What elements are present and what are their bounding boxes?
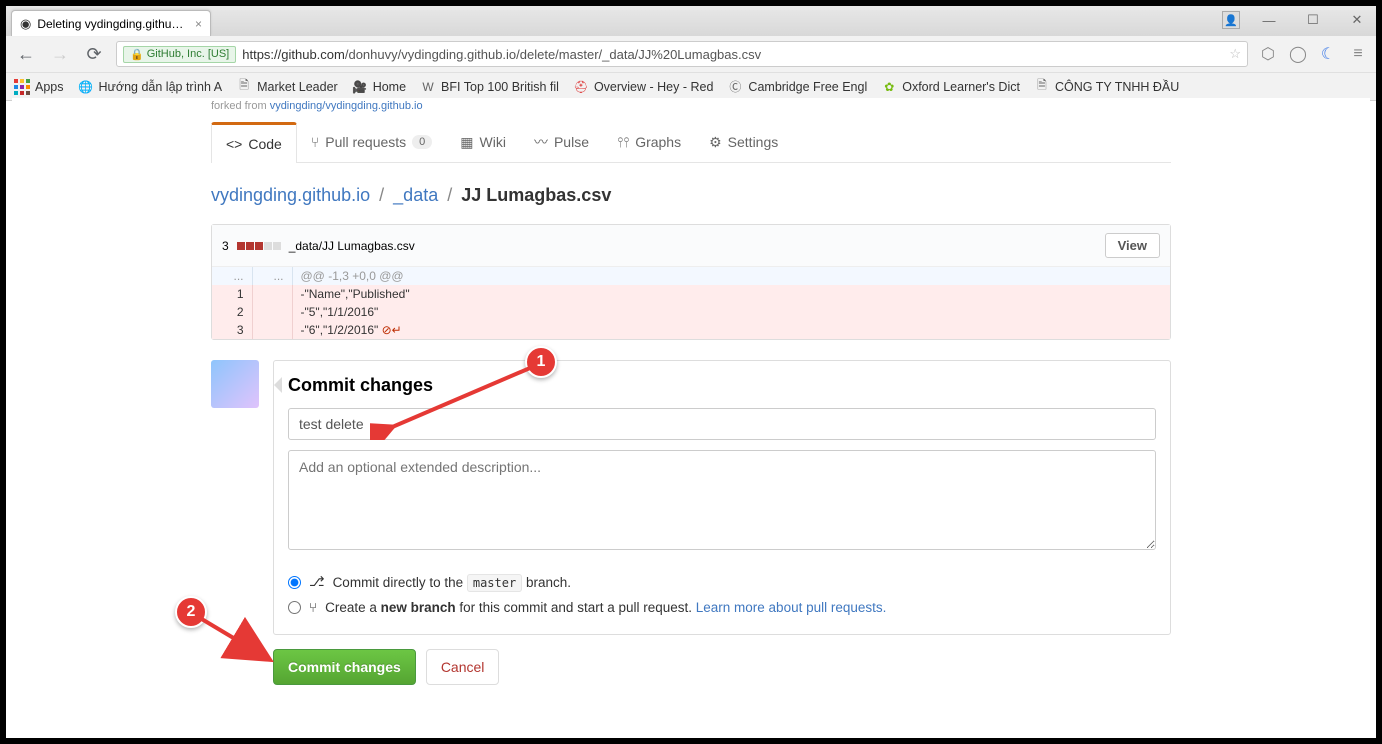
ext-crescent-icon[interactable]: ☾ bbox=[1318, 44, 1338, 64]
bookmark-item[interactable]: 🎥Home bbox=[352, 79, 406, 95]
forward-icon: → bbox=[48, 42, 72, 66]
lock-icon: 🔒 bbox=[130, 48, 144, 61]
breadcrumb-repo[interactable]: vydingding.github.io bbox=[211, 185, 370, 205]
graph-icon: ⫯⫯ bbox=[617, 134, 629, 151]
apps-grid-icon bbox=[14, 79, 30, 95]
ext-circle-icon[interactable]: ◯ bbox=[1288, 44, 1308, 64]
diff-line: -"6","1/2/2016" ⊘↵ bbox=[292, 321, 1170, 339]
page-icon: 🗎 bbox=[1034, 79, 1050, 95]
breadcrumb: vydingding.github.io / _data / JJ Lumagb… bbox=[211, 163, 1171, 224]
repo-tabs: <>Code ⑂Pull requests0 ▦Wiki 〰Pulse ⫯⫯Gr… bbox=[211, 122, 1171, 163]
commit-summary-input[interactable] bbox=[288, 408, 1156, 440]
callout-1: 1 bbox=[525, 346, 557, 378]
commit-description-input[interactable] bbox=[288, 450, 1156, 550]
pr-count: 0 bbox=[412, 135, 432, 149]
leaf-icon: ✿ bbox=[881, 79, 897, 95]
globe-icon: 🌐 bbox=[78, 79, 94, 95]
avatar bbox=[211, 360, 259, 408]
tab-title: Deleting vydingding.githu… bbox=[37, 17, 183, 31]
bookmark-item[interactable]: ⛑Overview - Hey - Red bbox=[573, 79, 713, 95]
commit-changes-button[interactable]: Commit changes bbox=[273, 649, 416, 685]
form-actions: Commit changes Cancel bbox=[273, 649, 1171, 685]
bookmark-star-icon[interactable]: ☆ bbox=[1229, 46, 1241, 62]
browser-tab[interactable]: ◉ Deleting vydingding.githu… × bbox=[11, 10, 211, 36]
tab-pulse[interactable]: 〰Pulse bbox=[520, 122, 603, 162]
diff-filepath: _data/JJ Lumagbas.csv bbox=[289, 239, 415, 253]
tab-code[interactable]: <>Code bbox=[211, 122, 297, 163]
diff-box: 3 _data/JJ Lumagbas.csv View ......@@ -1… bbox=[211, 224, 1171, 340]
window-close-icon[interactable]: ✕ bbox=[1342, 10, 1372, 30]
commit-area: Commit changes ⎇ Commit directly to the … bbox=[211, 360, 1171, 635]
tab-graphs[interactable]: ⫯⫯Graphs bbox=[603, 122, 695, 162]
cancel-button[interactable]: Cancel bbox=[426, 649, 500, 685]
forked-from-note: forked from vydingding/vydingding.github… bbox=[211, 98, 1171, 118]
commit-form: Commit changes ⎇ Commit directly to the … bbox=[273, 360, 1171, 635]
branch-icon: ⑂ bbox=[309, 600, 317, 615]
camera-icon: 🎥 bbox=[352, 79, 368, 95]
callout-2: 2 bbox=[175, 596, 207, 628]
window-minimize-icon[interactable]: — bbox=[1254, 10, 1284, 30]
bookmark-item[interactable]: ⒸCambridge Free Engl bbox=[727, 79, 867, 95]
radio-input-branch[interactable] bbox=[288, 601, 301, 614]
radio-commit-directly[interactable]: ⎇ Commit directly to the master branch. bbox=[288, 569, 1156, 595]
diff-stat-squares bbox=[237, 242, 281, 250]
commit-heading: Commit changes bbox=[288, 375, 1156, 396]
bookmark-item[interactable]: 🗎Market Leader bbox=[236, 79, 338, 95]
diff-header: 3 _data/JJ Lumagbas.csv View bbox=[212, 225, 1170, 267]
radio-input-direct[interactable] bbox=[288, 576, 301, 589]
breadcrumb-file: JJ Lumagbas.csv bbox=[461, 185, 611, 205]
bookmark-item[interactable]: 🌐Hướng dẫn lập trình A bbox=[78, 79, 223, 95]
no-newline-icon: ⊘↵ bbox=[382, 323, 402, 337]
browser-chrome: ◉ Deleting vydingding.githu… × 👤 — ☐ ✕ ←… bbox=[6, 6, 1376, 101]
ssl-badge: 🔒 GitHub, Inc. [US] bbox=[123, 46, 236, 63]
window-maximize-icon[interactable]: ☐ bbox=[1298, 10, 1328, 30]
breadcrumb-folder[interactable]: _data bbox=[393, 185, 438, 205]
radio-new-branch[interactable]: ⑂ Create a new branch for this commit an… bbox=[288, 595, 1156, 620]
pulse-icon: 〰 bbox=[534, 132, 548, 152]
diff-change-count: 3 bbox=[222, 239, 229, 253]
tab-bar: ◉ Deleting vydingding.githu… × 👤 — ☐ ✕ bbox=[6, 6, 1376, 36]
gear-icon: ⚙ bbox=[709, 134, 722, 151]
bookmark-item[interactable]: WBFI Top 100 British fil bbox=[420, 79, 559, 95]
tab-wiki[interactable]: ▦Wiki bbox=[446, 122, 520, 162]
close-tab-icon[interactable]: × bbox=[195, 17, 202, 31]
tab-settings[interactable]: ⚙Settings bbox=[695, 122, 792, 162]
nav-bar: ← → ⟳ 🔒 GitHub, Inc. [US] https://github… bbox=[6, 36, 1376, 72]
apps-button[interactable]: Apps bbox=[14, 79, 64, 95]
c-icon: Ⓒ bbox=[727, 79, 743, 95]
diff-line: -"Name","Published" bbox=[292, 285, 1170, 303]
commit-radio-group: ⎇ Commit directly to the master branch. … bbox=[288, 569, 1156, 620]
chrome-menu-icon[interactable]: ≡ bbox=[1348, 44, 1368, 64]
bookmark-bar: Apps 🌐Hướng dẫn lập trình A 🗎Market Lead… bbox=[6, 72, 1376, 100]
forked-from-link[interactable]: vydingding/vydingding.github.io bbox=[270, 100, 423, 112]
diff-table: ......@@ -1,3 +0,0 @@ 1-"Name","Publishe… bbox=[212, 267, 1170, 339]
tab-pull-requests[interactable]: ⑂Pull requests0 bbox=[297, 122, 446, 162]
view-button[interactable]: View bbox=[1105, 233, 1160, 258]
diff-line: -"5","1/1/2016" bbox=[292, 303, 1170, 321]
ext-cube-icon[interactable]: ⬡ bbox=[1258, 44, 1278, 64]
hat-icon: ⛑ bbox=[573, 79, 589, 95]
reload-icon[interactable]: ⟳ bbox=[82, 42, 106, 66]
github-favicon-icon: ◉ bbox=[20, 16, 31, 32]
bookmark-item[interactable]: 🗎CÔNG TY TNHH ĐẦU bbox=[1034, 79, 1179, 95]
commit-icon: ⎇ bbox=[309, 574, 325, 590]
page-viewport[interactable]: forked from vydingding/vydingding.github… bbox=[12, 98, 1370, 732]
chrome-profile-icon[interactable]: 👤 bbox=[1222, 11, 1240, 29]
book-icon: ▦ bbox=[460, 134, 473, 151]
wiki-icon: W bbox=[420, 79, 436, 95]
pr-icon: ⑂ bbox=[311, 134, 319, 150]
url-bar[interactable]: 🔒 GitHub, Inc. [US] https://github.com/d… bbox=[116, 41, 1248, 67]
back-icon[interactable]: ← bbox=[14, 42, 38, 66]
diff-hunk: @@ -1,3 +0,0 @@ bbox=[292, 267, 1170, 285]
code-icon: <> bbox=[226, 136, 242, 152]
url-text: https://github.com/donhuvy/vydingding.gi… bbox=[242, 47, 761, 62]
bookmark-item[interactable]: ✿Oxford Learner's Dict bbox=[881, 79, 1020, 95]
learn-more-link[interactable]: Learn more about pull requests. bbox=[696, 600, 887, 615]
page-icon: 🗎 bbox=[236, 79, 252, 95]
